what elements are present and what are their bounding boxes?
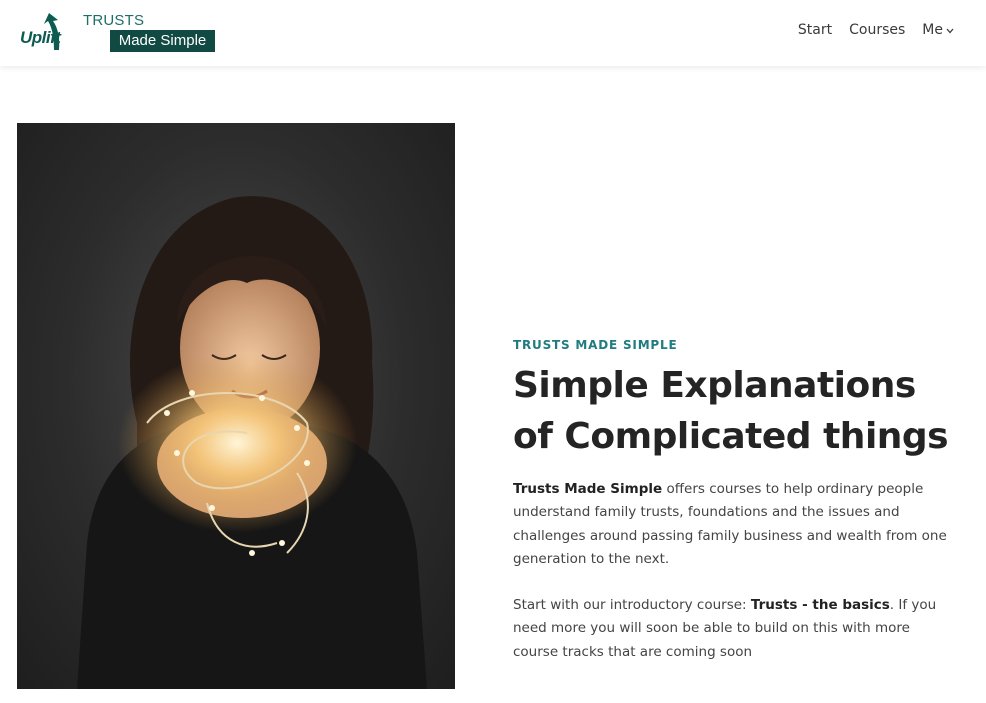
course-paragraph: Start with our introductory course: Trus… [513, 594, 953, 664]
nav-me-label: Me [922, 22, 943, 38]
nav-courses[interactable]: Courses [849, 22, 905, 38]
hero-headline: Simple Explanations of Complicated thing… [513, 360, 963, 462]
nav-start-label: Start [797, 22, 833, 38]
chevron-down-icon [946, 28, 954, 34]
course-link[interactable]: Trusts - the basics [751, 597, 890, 613]
logo-wordmark: Uplift [20, 28, 61, 47]
headline-line-2: of Complicated things [513, 416, 949, 457]
hero-eyebrow: TRUSTS MADE SIMPLE [513, 338, 678, 352]
hero-photo-illustration [77, 196, 427, 689]
hero-image [17, 123, 455, 689]
course-text-start: Start with our introductory course: [513, 597, 751, 613]
headline-line-1: Simple Explanations [513, 365, 916, 406]
logo-title-bottom: Made Simple [110, 30, 215, 52]
intro-brand-name: Trusts Made Simple [513, 481, 663, 497]
site-header: Uplift TRUSTS Made Simple Start Courses … [0, 0, 986, 66]
intro-paragraph: Trusts Made Simple offers courses to hel… [513, 478, 953, 571]
main-nav: Start Courses Me [798, 22, 954, 38]
home-logo-link[interactable]: Uplift TRUSTS Made Simple [0, 0, 220, 66]
nav-courses-label: Courses [849, 22, 906, 38]
logo-title-top: TRUSTS [83, 12, 145, 29]
nav-me-menu[interactable]: Me [922, 22, 954, 38]
nav-start[interactable]: Start [798, 22, 832, 38]
